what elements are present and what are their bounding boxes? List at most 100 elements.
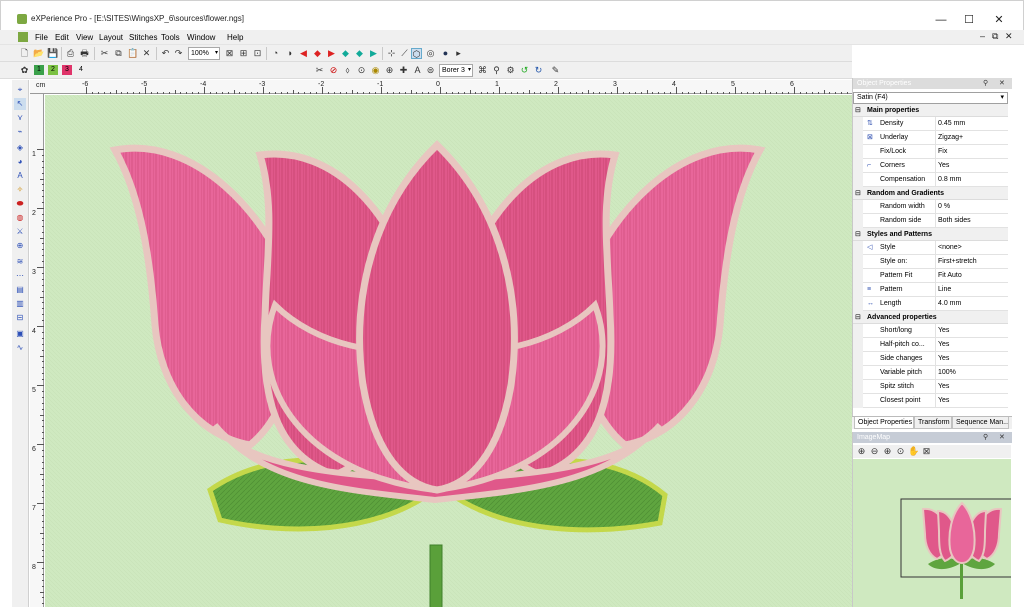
object-selector[interactable]: Satin (F4) ▾	[853, 92, 1008, 104]
imagemap-thumbnail[interactable]	[853, 459, 1011, 607]
property-value[interactable]: <none>	[935, 241, 1007, 255]
text-tool-icon[interactable]: A	[14, 170, 26, 182]
lettering-tool-icon[interactable]: ⊟	[14, 312, 26, 324]
tab-sequence-manager[interactable]: Sequence Man...	[952, 417, 1009, 429]
auto-tool-icon[interactable]: ⌁	[14, 126, 26, 138]
property-row[interactable]: ≡ Pattern Line	[853, 283, 1008, 297]
property-row[interactable]: ⌐ Corners Yes	[853, 159, 1008, 173]
trim-tool-icon[interactable]: ✧	[14, 184, 26, 196]
grid-icon[interactable]: ⊹	[386, 48, 397, 59]
scissor-tool-icon[interactable]: ✂	[314, 65, 325, 76]
panel-close-icon[interactable]: ✕	[999, 78, 1005, 89]
property-value[interactable]: Both sides	[935, 214, 1007, 228]
property-row[interactable]: Fix/Lock Fix	[853, 145, 1008, 159]
zoom-reset-icon[interactable]: ⊙	[895, 446, 906, 457]
mdi-close-button[interactable]: ✕	[1005, 31, 1013, 42]
property-row[interactable]: Random side Both sides	[853, 214, 1008, 228]
open-folder-icon[interactable]: 📂	[33, 48, 44, 59]
tab-transform[interactable]: Transform	[914, 417, 952, 429]
color-2[interactable]: 2	[48, 65, 58, 75]
color-4[interactable]: 4	[76, 65, 86, 75]
property-row[interactable]: Random width 0 %	[853, 200, 1008, 214]
fill-pattern-tool-icon[interactable]: ▤	[14, 284, 26, 296]
property-category[interactable]: ⊟ Main properties	[853, 104, 1008, 117]
zoom-select[interactable]: 100% ▾	[188, 47, 220, 60]
speed-icon[interactable]: ⚲	[491, 65, 502, 76]
property-row[interactable]: ◁ Style <none>	[853, 241, 1008, 255]
delete-icon[interactable]: ✕	[141, 48, 152, 59]
satin-tool-icon[interactable]: ≋	[14, 256, 26, 268]
close-button[interactable]: ✕	[984, 12, 1014, 28]
property-value[interactable]: Yes	[935, 338, 1007, 352]
property-row[interactable]: ↔ Length 4.0 mm	[853, 297, 1008, 311]
settings-icon[interactable]: ⚙	[505, 65, 516, 76]
collapse-icon[interactable]: ⊟	[855, 311, 861, 324]
edit-pen-icon[interactable]: ✎	[550, 65, 561, 76]
property-value[interactable]: 100%	[935, 366, 1007, 380]
zoom-selection-icon[interactable]: ⊡	[252, 48, 263, 59]
fill-tool-icon[interactable]: ◕	[14, 156, 26, 168]
property-value[interactable]: First+stretch	[935, 255, 1007, 269]
zoom-tool-icon[interactable]: ⊕	[14, 240, 26, 252]
color-next-icon[interactable]: ◆	[354, 48, 365, 59]
document-icon[interactable]	[18, 32, 28, 42]
zoom-out-icon[interactable]: ⊖	[869, 446, 880, 457]
reshape-tool-icon[interactable]: ⋎	[14, 112, 26, 124]
zoom-in-icon[interactable]: ⊕	[856, 446, 867, 457]
mdi-restore-button[interactable]: ⧉	[992, 31, 998, 42]
embroidery-design[interactable]	[45, 95, 852, 607]
property-row[interactable]: Spitz stitch Yes	[853, 380, 1008, 394]
stitch-back-icon[interactable]: ◀	[298, 48, 309, 59]
collapse-icon[interactable]: ⊟	[855, 104, 861, 117]
stem[interactable]	[429, 544, 443, 607]
undo-icon[interactable]: ↶	[160, 48, 171, 59]
property-value[interactable]: 0.45 mm	[935, 117, 1007, 131]
property-category[interactable]: ⊟ Advanced properties	[853, 311, 1008, 324]
property-row[interactable]: Side changes Yes	[853, 352, 1008, 366]
imagemap-preview[interactable]	[853, 459, 1011, 607]
trim-icon[interactable]: ◉	[370, 65, 381, 76]
tie-icon[interactable]: ⌘	[477, 65, 488, 76]
stitch-tool-icon[interactable]: ◍	[14, 212, 26, 224]
zoom-fit-icon[interactable]: ⊠	[224, 48, 235, 59]
tab-object-properties[interactable]: Object Properties	[854, 417, 914, 429]
property-row[interactable]: Half-pitch co... Yes	[853, 338, 1008, 352]
save-icon[interactable]: 💾	[47, 48, 58, 59]
property-value[interactable]: Line	[935, 283, 1007, 297]
redo-icon[interactable]: ↷	[173, 48, 184, 59]
help-icon[interactable]: ●	[440, 48, 451, 59]
copy-icon[interactable]: ⧉	[113, 48, 124, 59]
color-3[interactable]: 3	[62, 65, 72, 75]
property-value[interactable]: 0 %	[935, 200, 1007, 214]
property-category[interactable]: ⊟ Styles and Patterns	[853, 228, 1008, 241]
lock-icon[interactable]: ⊙	[356, 65, 367, 76]
property-value[interactable]: 0.8 mm	[935, 173, 1007, 187]
pan-icon[interactable]: ✋	[908, 446, 919, 457]
border-tool-icon[interactable]: ▣	[14, 328, 26, 340]
menu-window[interactable]: Window	[187, 33, 215, 42]
imagemap-pin-icon[interactable]: ⚲	[983, 432, 988, 443]
mdi-minimize-button[interactable]: –	[980, 31, 985, 41]
menu-tools[interactable]: Tools	[161, 33, 180, 42]
property-value[interactable]: Yes	[935, 380, 1007, 394]
node-tool-icon[interactable]: ◈	[14, 142, 26, 154]
collapse-icon[interactable]: ⊟	[855, 228, 861, 241]
maximize-button[interactable]: ☐	[954, 12, 984, 28]
minimize-button[interactable]: —	[926, 12, 956, 28]
property-value[interactable]: Zigzag+	[935, 131, 1007, 145]
rotate-left-icon[interactable]: ↺	[519, 65, 530, 76]
property-value[interactable]: Yes	[935, 394, 1007, 408]
imagemap-close-icon[interactable]: ✕	[999, 432, 1005, 443]
fit-icon[interactable]: ⊠	[921, 446, 932, 457]
pointer-tool-icon[interactable]: ↖	[14, 98, 26, 110]
design-canvas[interactable]	[45, 95, 852, 607]
rotate-right-icon[interactable]: ↻	[533, 65, 544, 76]
paste-icon[interactable]: 📋	[127, 48, 138, 59]
property-row[interactable]: Style on: First+stretch	[853, 255, 1008, 269]
color-wheel-icon[interactable]: ✿	[19, 65, 30, 76]
property-row[interactable]: Pattern Fit Fit Auto	[853, 269, 1008, 283]
property-value[interactable]: Yes	[935, 159, 1007, 173]
cross-icon[interactable]: ✚	[398, 65, 409, 76]
property-row[interactable]: Closest point Yes	[853, 394, 1008, 408]
print-preview-icon[interactable]: ⎙	[65, 48, 76, 59]
